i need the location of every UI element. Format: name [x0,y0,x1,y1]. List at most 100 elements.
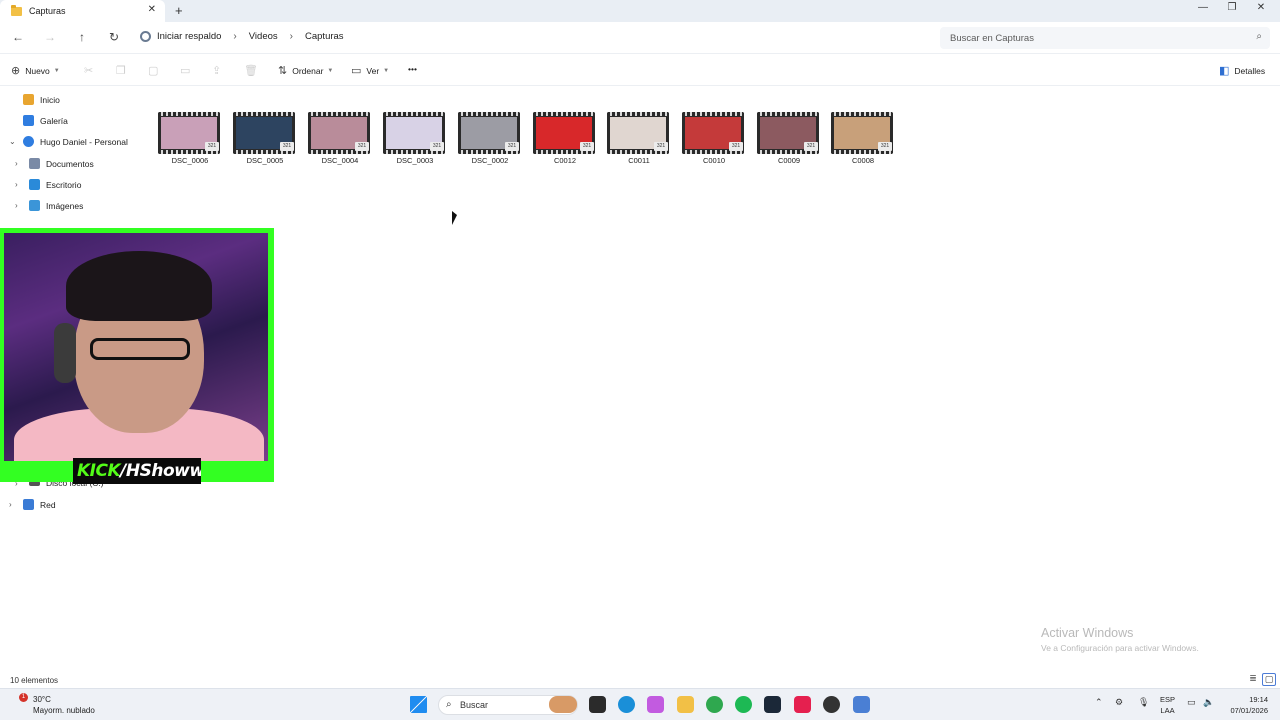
view-button[interactable]: ▭ Ver ▼ [351,64,389,77]
tab-capturas[interactable]: Capturas ✕ [0,0,165,22]
file-name: C0010 [702,156,726,165]
steam-icon[interactable] [764,696,781,713]
plus-circle-icon: ⊕ [11,65,21,77]
cut-button[interactable]: ✂ [84,64,98,77]
file-name: C0009 [777,156,801,165]
chevron-up-icon[interactable]: ⌃ [1095,697,1103,708]
windows-start-icon[interactable] [410,696,427,713]
network-icon[interactable]: ▭ [1187,697,1196,708]
backup-icon [140,31,151,42]
chevron-down-icon: ▼ [383,67,390,74]
spotify-icon[interactable] [735,696,752,713]
breadcrumb-videos[interactable]: Videos [249,31,278,42]
search-highlight-icon[interactable] [549,696,577,713]
search-input[interactable]: Buscar en Capturas ⌕ [940,27,1270,49]
command-bar: ⊕ Nuevo ▼ ✂ ❐ ▢ ▭ ⇪ 🗑 ⇅ Ordenar ▼ ▭ Ver … [0,54,1280,86]
tray-app-icon[interactable]: ⚙ [1115,697,1123,708]
copy-button[interactable]: ❐ [116,64,131,77]
home-icon [23,94,34,105]
file-name: DSC_0003 [396,156,434,165]
sidebar-item-label: Hugo Daniel - Personal [40,136,128,147]
close-tab-icon[interactable]: ✕ [148,4,156,15]
close-window-button[interactable]: ✕ [1246,2,1276,13]
breadcrumb-separator[interactable]: › [290,31,293,42]
breadcrumb: Iniciar respaldo › Videos › Capturas [140,31,344,42]
file-item[interactable]: 321 C0012 [533,112,597,168]
video-thumbnail: 321 [682,112,744,154]
video-thumbnail: 321 [158,112,220,154]
chevron-down-icon: ▼ [53,67,60,74]
file-item[interactable]: 321 C0011 [607,112,671,168]
minimize-button[interactable]: — [1188,2,1218,13]
new-tab-button[interactable]: + [175,3,183,18]
maximize-button[interactable]: ❐ [1217,2,1247,13]
chevron-down-icon[interactable]: ⌄ [9,137,16,146]
chevron-right-icon[interactable]: › [9,500,12,509]
task-view-icon[interactable] [589,696,606,713]
sidebar-item-documentos[interactable]: › Documentos [15,158,94,169]
up-arrow-icon[interactable]: ↑ [74,30,90,44]
obs-icon[interactable] [823,696,840,713]
sidebar-item-label: Escritorio [46,179,82,190]
file-explorer-icon[interactable] [677,696,694,713]
sidebar-item-personal[interactable]: ⌄ Hugo Daniel - Personal [9,136,128,147]
file-item[interactable]: 321 DSC_0002 [458,112,522,168]
volume-icon[interactable]: 🔈 [1203,697,1214,708]
file-item[interactable]: 321 C0009 [757,112,821,168]
sort-button[interactable]: ⇅ Ordenar ▼ [278,64,333,77]
video-thumbnail: 321 [757,112,819,154]
desktop-icon [29,179,40,190]
tiktok-icon[interactable] [794,696,811,713]
sort-label: Ordenar [292,65,324,76]
forward-arrow-icon[interactable]: → [42,30,58,44]
sidebar-item-escritorio[interactable]: › Escritorio [15,179,82,190]
clock[interactable]: 19:14 07/01/2026 [1224,694,1268,716]
microphone-icon[interactable]: 🎙 [1138,697,1149,708]
paste-button[interactable]: ▢ [148,64,163,77]
rename-button[interactable]: ▭ [180,64,195,77]
file-item[interactable]: 321 C0008 [831,112,895,168]
video-badge: 321 [355,142,369,151]
breadcrumb-backup[interactable]: Iniciar respaldo [157,31,221,42]
refresh-icon[interactable]: ↻ [106,30,122,44]
weather-temp: 30°C [33,695,51,704]
back-arrow-icon[interactable]: ← [10,30,26,44]
file-item[interactable]: 321 DSC_0003 [383,112,447,168]
video-badge: 321 [505,142,519,151]
file-item[interactable]: 321 C0010 [682,112,746,168]
file-name: DSC_0005 [246,156,284,165]
app-icon[interactable] [853,696,870,713]
breadcrumb-capturas[interactable]: Capturas [305,31,344,42]
search-icon: ⌕ [1256,31,1262,42]
sidebar-item-red[interactable]: › Red [9,499,56,510]
share-button[interactable]: ⇪ [212,64,226,77]
chevron-right-icon[interactable]: › [15,180,18,189]
chevron-down-icon: ▼ [327,67,334,74]
chevron-right-icon[interactable]: › [15,201,18,210]
copilot-icon[interactable] [647,696,664,713]
chevron-right-icon[interactable]: › [15,159,18,168]
edge-icon[interactable] [618,696,635,713]
item-count: 10 elementos [10,676,59,685]
language-indicator[interactable]: ESP LAA [1160,694,1175,716]
more-icon: ••• [408,64,417,74]
file-item[interactable]: 321 DSC_0004 [308,112,372,168]
sidebar-item-imagenes[interactable]: › Imágenes [15,200,83,211]
details-button[interactable]: ◧ Detalles [1219,64,1265,77]
file-item[interactable]: 321 DSC_0006 [158,112,222,168]
breadcrumb-separator[interactable]: › [233,31,236,42]
weather-alert-badge: 1 [19,693,28,702]
sidebar-item-inicio[interactable]: Inicio [23,94,60,105]
large-icons-view-icon[interactable]: ▢ [1262,673,1276,686]
sidebar-item-galeria[interactable]: Galería [23,115,68,126]
video-thumbnail: 321 [458,112,520,154]
delete-button[interactable]: 🗑 [244,64,263,77]
sidebar-item-label: Documentos [46,158,94,169]
file-item[interactable]: 321 DSC_0005 [233,112,297,168]
more-options-button[interactable]: ••• [408,64,417,74]
new-button[interactable]: ⊕ Nuevo ▼ [11,64,60,77]
weather-widget[interactable]: 1 30°C Mayorm. nublado [19,693,95,716]
chrome-icon[interactable] [706,696,723,713]
details-view-icon[interactable]: ≣ [1246,673,1260,686]
sidebar-item-label: Red [40,499,56,510]
